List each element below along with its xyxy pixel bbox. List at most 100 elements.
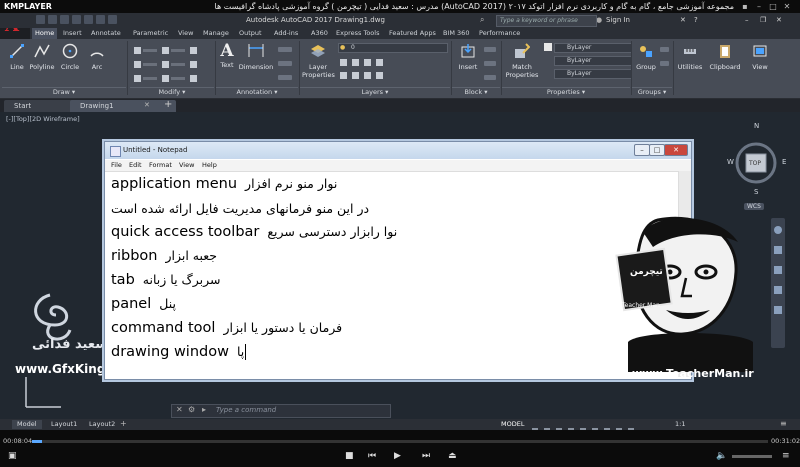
screen-capture-icon[interactable]: ▣: [8, 451, 17, 461]
group-tool[interactable]: Group: [634, 39, 658, 71]
menu-edit[interactable]: Edit: [129, 161, 142, 169]
play-icon[interactable]: ▶: [394, 451, 401, 461]
groups-group-label[interactable]: Groups ▾: [632, 87, 672, 97]
block-group-label[interactable]: Block ▾: [452, 87, 500, 97]
save-as-icon[interactable]: [72, 15, 81, 24]
notepad-minimize-button[interactable]: –: [634, 144, 650, 156]
circle-tool[interactable]: Circle: [59, 39, 81, 71]
save-icon[interactable]: [60, 15, 69, 24]
tab-output[interactable]: Output: [236, 28, 265, 39]
table-small-icon[interactable]: [278, 75, 292, 80]
open-icon[interactable]: [48, 15, 57, 24]
search-icon[interactable]: ⌕: [480, 15, 484, 25]
search-input[interactable]: Type a keyword or phrase: [496, 15, 597, 27]
group-edit-icon[interactable]: [660, 61, 669, 66]
previous-icon[interactable]: ⏮: [368, 451, 376, 461]
navigation-bar[interactable]: [771, 218, 785, 348]
table-icon[interactable]: [278, 47, 292, 52]
drawing1-tab[interactable]: Drawing1: [70, 100, 176, 112]
tab-bim-360[interactable]: BIM 360: [440, 28, 472, 39]
block-small-tools[interactable]: [484, 45, 498, 85]
menu-icon[interactable]: ≡: [782, 451, 790, 461]
notepad-close-button[interactable]: ✕: [664, 144, 688, 156]
menu-file[interactable]: File: [111, 161, 122, 169]
notepad-title-bar[interactable]: Untitled - Notepad – □ ✕: [105, 142, 691, 159]
zoom-icon[interactable]: [774, 266, 782, 274]
volume-icon[interactable]: 🔈: [716, 451, 727, 461]
modify-group-label[interactable]: Modify ▾: [130, 87, 214, 97]
modify-tools[interactable]: [132, 45, 212, 85]
match-properties-tool[interactable]: Match Properties: [504, 39, 540, 79]
notepad-maximize-button[interactable]: □: [649, 144, 665, 156]
draw-group-label[interactable]: Draw ▾: [2, 87, 126, 97]
status-toggles[interactable]: [530, 420, 640, 433]
utilities-tool[interactable]: Utilities: [676, 39, 704, 71]
layer-small-tools[interactable]: [338, 57, 438, 83]
layers-group-label[interactable]: Layers ▾: [300, 87, 450, 97]
tab-a360[interactable]: A360: [308, 28, 331, 39]
maximize-icon[interactable]: □: [768, 2, 778, 11]
layout1-tab[interactable]: Layout1: [46, 420, 82, 429]
layer-properties-tool[interactable]: Layer Properties: [302, 39, 335, 79]
viewcube-west[interactable]: W: [727, 158, 734, 166]
menu-help[interactable]: Help: [202, 161, 217, 169]
minimize-icon[interactable]: –: [754, 2, 764, 11]
customize-icon[interactable]: ⚙: [188, 405, 195, 414]
tab-insert[interactable]: Insert: [60, 28, 85, 39]
lineweight-dropdown[interactable]: ByLayer: [554, 56, 632, 66]
eject-icon[interactable]: ⏏: [448, 451, 457, 461]
customization-icon[interactable]: ≡: [780, 419, 787, 428]
steering-wheel-icon[interactable]: [774, 226, 782, 234]
edit-block-icon[interactable]: [484, 61, 496, 66]
menu-format[interactable]: Format: [149, 161, 172, 169]
showmotion-icon[interactable]: [774, 306, 782, 314]
viewport-controls[interactable]: [-][Top][2D Wireframe]: [6, 115, 80, 123]
command-input[interactable]: Type a command: [216, 406, 276, 414]
layer-dropdown[interactable]: 0: [338, 43, 448, 53]
app-restore-icon[interactable]: ❐: [760, 16, 766, 24]
tab-view[interactable]: View: [175, 28, 196, 39]
close-tab-icon[interactable]: ✕: [144, 101, 150, 109]
attribute-icon[interactable]: [484, 75, 496, 80]
new-tab-icon[interactable]: +: [164, 99, 172, 110]
close-icon[interactable]: ✕: [782, 2, 792, 11]
ungroup-icon[interactable]: [660, 47, 669, 52]
notepad-text-area[interactable]: application menu نوار منو نرم افزار در ای…: [109, 174, 675, 374]
wcs-menu[interactable]: WCS: [744, 203, 764, 210]
polyline-tool[interactable]: Polyline: [28, 39, 56, 71]
annotation-small-tools[interactable]: [278, 45, 294, 85]
insert-tool[interactable]: Insert: [454, 39, 482, 71]
color-dropdown[interactable]: ByLayer: [554, 43, 632, 53]
close-command-icon[interactable]: ✕: [176, 405, 183, 414]
volume-slider[interactable]: [732, 455, 772, 458]
app-minimize-icon[interactable]: –: [745, 16, 749, 24]
annotation-group-label[interactable]: Annotation ▾: [216, 87, 298, 97]
tab-annotate[interactable]: Annotate: [88, 28, 124, 39]
layout2-tab[interactable]: Layout2: [84, 420, 120, 429]
model-tab[interactable]: Model: [12, 420, 42, 429]
properties-group-label[interactable]: Properties ▾: [502, 87, 630, 97]
tab-parametric[interactable]: Parametric: [130, 28, 171, 39]
arc-tool[interactable]: Arc: [86, 39, 108, 71]
tab-manage[interactable]: Manage: [200, 28, 232, 39]
pin-icon[interactable]: ▪: [740, 2, 750, 11]
text-tool[interactable]: A Text: [218, 39, 236, 70]
stop-icon[interactable]: ■: [345, 451, 354, 461]
menu-view[interactable]: View: [179, 161, 194, 169]
clipboard-tool[interactable]: Clipboard: [707, 39, 743, 71]
plot-icon[interactable]: [84, 15, 93, 24]
model-space-button[interactable]: MODEL: [496, 420, 529, 429]
redo-icon[interactable]: [108, 15, 117, 24]
tab-featured-apps[interactable]: Featured Apps: [386, 28, 439, 39]
app-close-icon[interactable]: ✕: [776, 16, 782, 24]
property-dropdowns[interactable]: ByLayer ByLayer ByLayer: [544, 43, 632, 85]
seek-bar[interactable]: [32, 440, 768, 443]
viewcube-south[interactable]: S: [754, 188, 758, 196]
tab-home[interactable]: Home: [32, 28, 58, 39]
tab-add-ins[interactable]: Add-ins: [271, 28, 301, 39]
layer-controls[interactable]: 0 ●: [338, 43, 448, 85]
command-line[interactable]: ✕ ⚙ ▸ Type a command: [171, 404, 391, 418]
new-icon[interactable]: [36, 15, 45, 24]
tab-express-tools[interactable]: Express Tools: [333, 28, 382, 39]
undo-icon[interactable]: [96, 15, 105, 24]
